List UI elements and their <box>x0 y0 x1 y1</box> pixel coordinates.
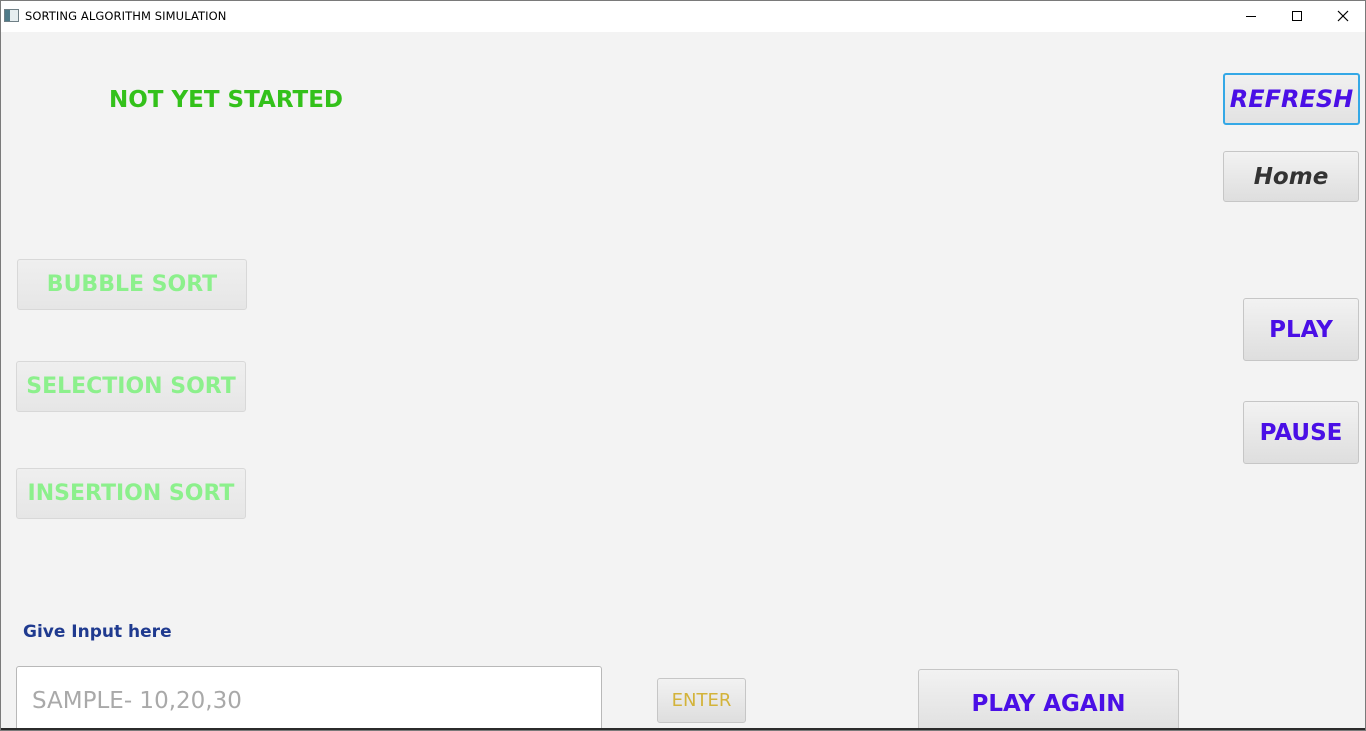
play-button[interactable]: PLAY <box>1243 298 1359 361</box>
play-again-button[interactable]: PLAY AGAIN <box>918 669 1179 730</box>
maximize-icon[interactable] <box>1274 1 1320 32</box>
minimize-icon[interactable] <box>1228 1 1274 32</box>
enter-button[interactable]: ENTER <box>657 678 746 723</box>
selection-sort-button[interactable]: SELECTION SORT <box>16 361 246 412</box>
close-icon[interactable] <box>1320 1 1365 32</box>
home-button[interactable]: Home <box>1223 151 1359 202</box>
status-label: NOT YET STARTED <box>109 87 343 113</box>
insertion-sort-button[interactable]: INSERTION SORT <box>16 468 246 519</box>
app-window: SORTING ALGORITHM SIMULATION NOT YET STA… <box>0 0 1366 731</box>
input-label: Give Input here <box>23 622 172 642</box>
bubble-sort-button[interactable]: BUBBLE SORT <box>17 259 247 310</box>
refresh-button[interactable]: REFRESH <box>1223 73 1360 125</box>
window-title: SORTING ALGORITHM SIMULATION <box>25 9 227 23</box>
app-icon <box>4 9 19 22</box>
pause-button[interactable]: PAUSE <box>1243 401 1359 464</box>
title-bar[interactable]: SORTING ALGORITHM SIMULATION <box>1 1 1365 32</box>
array-input-field[interactable] <box>16 666 602 730</box>
